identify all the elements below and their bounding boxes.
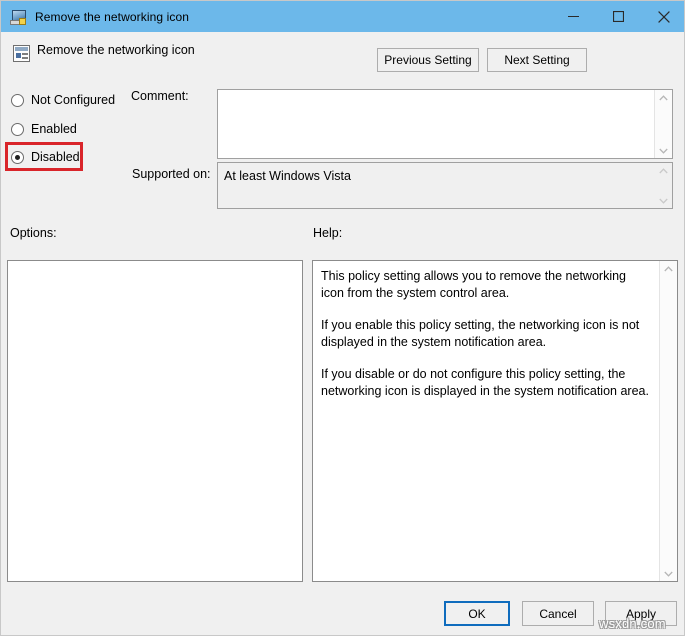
options-pane[interactable] — [7, 260, 303, 582]
supported-on-scrollbar — [655, 163, 672, 208]
options-label: Options: — [10, 226, 57, 240]
page-title: Remove the networking icon — [37, 43, 195, 57]
radio-circle-disabled — [11, 151, 24, 164]
radio-not-configured[interactable]: Not Configured — [11, 90, 115, 110]
radio-enabled[interactable]: Enabled — [11, 119, 77, 139]
radio-label-enabled: Enabled — [31, 122, 77, 136]
comment-scrollbar[interactable] — [654, 90, 672, 158]
close-icon[interactable] — [641, 1, 685, 32]
help-paragraph: This policy setting allows you to remove… — [321, 268, 650, 301]
comment-label: Comment: — [131, 89, 189, 103]
help-paragraph: If you disable or do not configure this … — [321, 366, 650, 399]
network-monitor-icon — [10, 8, 27, 25]
maximize-icon[interactable] — [596, 1, 641, 32]
window-title: Remove the networking icon — [35, 10, 189, 24]
help-label: Help: — [313, 226, 342, 240]
chevron-down-icon[interactable] — [655, 143, 672, 158]
chevron-up-icon[interactable] — [660, 261, 677, 276]
options-content — [8, 261, 302, 581]
help-pane: This policy setting allows you to remove… — [312, 260, 678, 582]
supported-on-value: At least Windows Vista — [218, 163, 655, 208]
policy-setting-icon — [13, 45, 30, 62]
radio-label-disabled: Disabled — [31, 150, 80, 164]
policy-setting-dialog: Remove the networking icon Remove the ne… — [0, 0, 685, 636]
chevron-down-icon[interactable] — [660, 566, 677, 581]
help-text: This policy setting allows you to remove… — [313, 261, 659, 581]
chevron-up-icon — [655, 163, 672, 178]
ok-button[interactable]: OK — [444, 601, 510, 626]
radio-circle-enabled — [11, 123, 24, 136]
next-setting-button[interactable]: Next Setting — [487, 48, 587, 72]
title-bar: Remove the networking icon — [1, 1, 685, 32]
minimize-icon[interactable] — [551, 1, 596, 32]
comment-input[interactable] — [218, 90, 654, 158]
window-controls — [551, 1, 685, 32]
cancel-button[interactable]: Cancel — [522, 601, 594, 626]
help-scrollbar[interactable] — [659, 261, 677, 581]
supported-on-field: At least Windows Vista — [217, 162, 673, 209]
radio-disabled[interactable]: Disabled — [11, 147, 80, 167]
watermark: wsxdn.com — [599, 616, 666, 631]
chevron-up-icon[interactable] — [655, 90, 672, 105]
previous-setting-button[interactable]: Previous Setting — [377, 48, 479, 72]
radio-circle-not-configured — [11, 94, 24, 107]
radio-label-not-configured: Not Configured — [31, 93, 115, 107]
help-paragraph: If you enable this policy setting, the n… — [321, 317, 650, 350]
comment-field[interactable] — [217, 89, 673, 159]
supported-on-label: Supported on: — [132, 167, 211, 181]
chevron-down-icon — [655, 193, 672, 208]
